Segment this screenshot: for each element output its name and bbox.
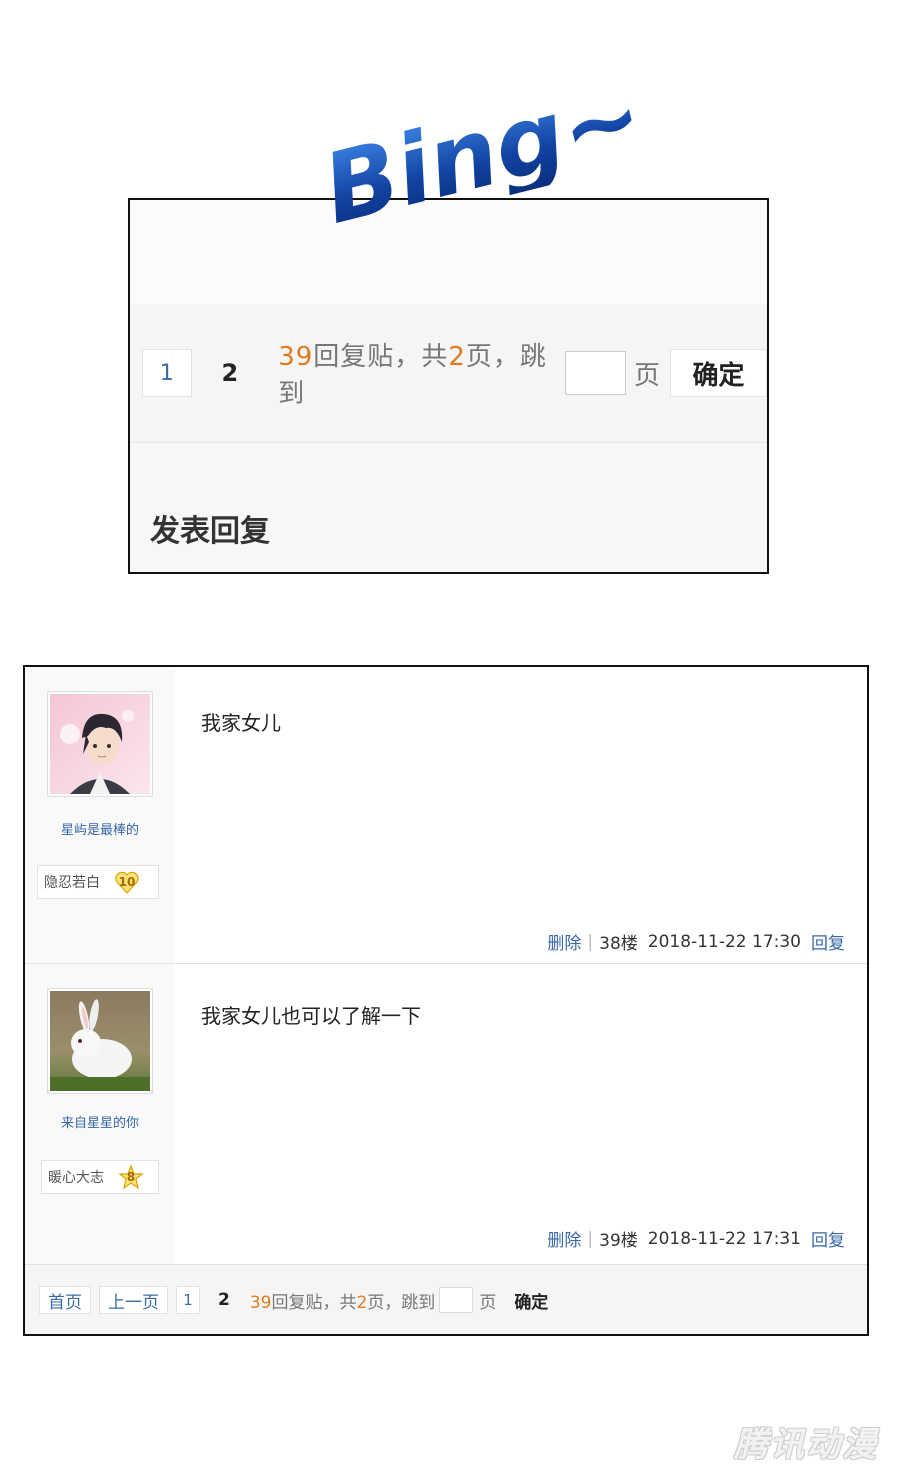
post-author-column: 星屿是最棒的 隐忍若白 10	[25, 667, 175, 963]
post-timestamp: 2018-11-22 17:30	[647, 931, 801, 952]
post-item: 星屿是最棒的 隐忍若白 10 我家女儿 删除 | 38楼 2018-11-22 …	[25, 667, 867, 963]
page-link-1[interactable]: 1	[176, 1286, 200, 1314]
pagination: 1 2 39回复贴，共2页，跳到 页 确定	[142, 342, 767, 409]
rank-title: 暖心大志	[48, 1170, 104, 1186]
pagination-info: 39回复贴，共2页，跳到	[250, 1288, 435, 1313]
first-page-link[interactable]: 首页	[39, 1286, 91, 1314]
post-content: 我家女儿	[201, 711, 281, 735]
rank-badge: 暖心大志 8	[41, 1160, 159, 1194]
rabbit-avatar-icon	[50, 991, 150, 1091]
avatar[interactable]	[47, 691, 153, 797]
meta-separator: |	[587, 1228, 594, 1249]
confirm-button[interactable]: 确定	[670, 349, 767, 397]
total-pages: 2	[448, 342, 466, 372]
level-number: 8	[126, 1170, 136, 1184]
reply-label: 回复贴，共	[271, 1292, 357, 1313]
rank-title: 隐忍若白	[44, 875, 100, 891]
level-number: 10	[118, 875, 136, 889]
post-content: 我家女儿也可以了解一下	[201, 1004, 421, 1028]
reply-link[interactable]: 回复	[811, 1226, 845, 1251]
floor-number: 38楼	[599, 934, 638, 954]
rank-badge: 隐忍若白 10	[37, 865, 159, 899]
jump-page-input[interactable]	[565, 351, 626, 395]
jump-label: 页，跳到	[367, 1292, 436, 1313]
post-timestamp: 2018-11-22 17:31	[647, 1228, 801, 1249]
post-item: 来自星星的你 暖心大志 8 我家女儿也可以了解一下 删除 | 39楼 2018-…	[25, 964, 867, 1264]
level-badge: 10	[114, 869, 140, 895]
level-badge: 8	[118, 1164, 144, 1190]
pagination-info: 39回复贴，共2页，跳到	[278, 336, 559, 410]
delete-link[interactable]: 删除	[547, 1226, 581, 1251]
floor-number: 39楼	[599, 1231, 638, 1251]
reply-label: 回复贴，共	[313, 342, 449, 372]
page-word: 页	[634, 360, 661, 391]
reply-link[interactable]: 回复	[811, 929, 845, 954]
reply-count: 39	[249, 1292, 272, 1313]
current-page: 2	[218, 1290, 230, 1310]
username[interactable]: 来自星星的你	[25, 1112, 175, 1131]
post-meta: 删除 | 38楼 2018-11-22 17:30 回复	[547, 929, 845, 955]
current-page: 2	[221, 359, 239, 387]
meta-separator: |	[587, 931, 594, 952]
username[interactable]: 星屿是最棒的	[25, 819, 175, 838]
delete-link[interactable]: 删除	[547, 929, 581, 954]
jump-page-input[interactable]	[439, 1287, 474, 1313]
confirm-button[interactable]: 确定	[514, 1288, 548, 1313]
top-comic-panel: 1 2 39回复贴，共2页，跳到 页 确定 发表回复	[128, 198, 769, 574]
bottom-comic-panel: 星屿是最棒的 隐忍若白 10 我家女儿 删除 | 38楼 2018-11-22 …	[23, 665, 869, 1336]
post-meta: 删除 | 39楼 2018-11-22 17:31 回复	[547, 1226, 845, 1252]
reply-heading: 发表回复	[150, 514, 270, 549]
post-author-column: 来自星星的你 暖心大志 8	[25, 964, 175, 1264]
pagination-bar: 1 2 39回复贴，共2页，跳到 页 确定	[130, 304, 767, 443]
bottom-pagination: 首页 上一页 1 2 39回复贴，共2页，跳到 页 确定	[25, 1264, 867, 1334]
page-link-1[interactable]: 1	[142, 349, 192, 397]
prev-page-link[interactable]: 上一页	[99, 1286, 168, 1314]
total-pages: 2	[356, 1292, 368, 1313]
reply-count: 39	[278, 342, 314, 372]
anime-boy-avatar-icon	[50, 694, 150, 794]
watermark-logo: 腾讯动漫	[734, 1425, 878, 1465]
page-word: 页	[479, 1292, 497, 1313]
avatar[interactable]	[47, 988, 153, 1094]
